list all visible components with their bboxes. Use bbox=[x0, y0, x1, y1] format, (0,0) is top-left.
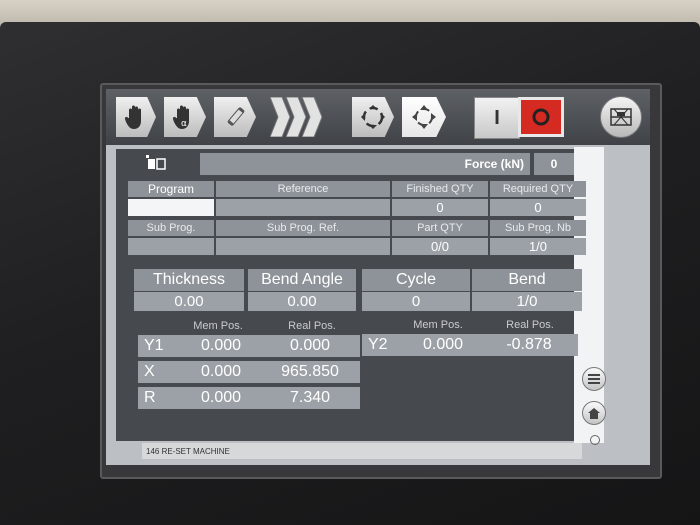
program-field[interactable] bbox=[128, 199, 214, 216]
axis-name: Y1 bbox=[144, 337, 164, 354]
axis-row-x: X 0.000 965.850 bbox=[138, 361, 360, 383]
real-pos-label-left: Real Pos. bbox=[288, 320, 336, 332]
cycle-outward-button[interactable] bbox=[402, 97, 446, 137]
machine-diagram-icon bbox=[610, 108, 632, 126]
required-qty-value[interactable]: 0 bbox=[490, 199, 586, 216]
axis-mem: 0.000 bbox=[200, 389, 242, 406]
svg-text:α: α bbox=[181, 119, 187, 129]
finished-qty-value: 0 bbox=[392, 199, 488, 216]
hand-alpha-icon: α bbox=[173, 105, 189, 129]
bend-value: 1/0 bbox=[472, 292, 582, 311]
axis-row-r: R 0.000 7.340 bbox=[138, 387, 360, 409]
force-value: 0 bbox=[534, 153, 574, 175]
axis-name: X bbox=[144, 363, 155, 380]
power-off-button[interactable] bbox=[518, 97, 564, 137]
axis-mem: 0.000 bbox=[200, 337, 242, 354]
thickness-value[interactable]: 0.00 bbox=[134, 292, 244, 311]
cycle-value: 0 bbox=[362, 292, 470, 311]
axis-real: 965.850 bbox=[281, 363, 339, 380]
axis-real: -0.878 bbox=[506, 336, 552, 353]
force-label: Force (kN) bbox=[200, 153, 530, 175]
list-icon bbox=[588, 374, 600, 384]
thickness-header: Thickness bbox=[134, 269, 244, 291]
axis-row-y1: Y1 0.000 0.000 bbox=[138, 335, 360, 357]
cycle-header: Cycle bbox=[362, 269, 470, 291]
edit-button[interactable] bbox=[214, 97, 256, 137]
bend-angle-header: Bend Angle bbox=[248, 269, 356, 291]
axis-real: 0.000 bbox=[289, 337, 331, 354]
home-icon bbox=[588, 407, 600, 419]
sub-prog-ref-header: Sub Prog. Ref. bbox=[216, 220, 390, 236]
manual-hand-icon bbox=[125, 105, 141, 129]
sub-prog-ref-field[interactable] bbox=[216, 238, 390, 255]
axis-real: 7.340 bbox=[289, 389, 331, 406]
toolbar: α I bbox=[106, 89, 650, 145]
sub-prog-header: Sub Prog. bbox=[128, 220, 214, 236]
power-off-icon bbox=[532, 108, 550, 126]
axis-mem: 0.000 bbox=[422, 336, 464, 353]
reference-header: Reference bbox=[216, 181, 390, 197]
mem-pos-label-right: Mem Pos. bbox=[413, 319, 463, 331]
power-on-icon: I bbox=[494, 106, 500, 129]
screen-switch-icon[interactable] bbox=[146, 153, 168, 173]
required-qty-header: Required QTY bbox=[490, 181, 586, 197]
program-header: Program bbox=[128, 181, 214, 197]
real-pos-label-right: Real Pos. bbox=[506, 319, 554, 331]
hmi-screen: α I Force (kN) 0 Program Reference Finis… bbox=[106, 89, 650, 465]
bend-header: Bend bbox=[472, 269, 582, 291]
sub-prog-field[interactable] bbox=[128, 238, 214, 255]
cycle-inward-button[interactable] bbox=[352, 97, 394, 137]
sub-prog-nb-header: Sub Prog. Nb bbox=[490, 220, 586, 236]
axis-name: R bbox=[144, 389, 156, 406]
part-qty-header: Part QTY bbox=[392, 220, 488, 236]
sequence-chevrons-icon bbox=[270, 97, 322, 137]
power-on-button[interactable]: I bbox=[474, 97, 520, 139]
axis-mem: 0.000 bbox=[200, 363, 242, 380]
sub-prog-nb-value: 1/0 bbox=[490, 238, 586, 255]
small-indicator-icon bbox=[590, 435, 600, 445]
hand-alpha-button[interactable]: α bbox=[164, 97, 206, 137]
home-button[interactable] bbox=[582, 401, 606, 425]
bend-angle-value[interactable]: 0.00 bbox=[248, 292, 356, 311]
mem-pos-label-left: Mem Pos. bbox=[193, 320, 243, 332]
axis-row-y2: Y2 0.000 -0.878 bbox=[362, 334, 578, 356]
menu-list-button[interactable] bbox=[582, 367, 606, 391]
reference-field[interactable] bbox=[216, 199, 390, 216]
sequence-button[interactable] bbox=[270, 97, 322, 137]
machine-view-button[interactable] bbox=[600, 96, 642, 138]
pencil-edit-icon bbox=[227, 107, 245, 126]
part-qty-value: 0/0 bbox=[392, 238, 488, 255]
manual-mode-button[interactable] bbox=[116, 97, 156, 137]
rotate-inward-icon bbox=[361, 105, 385, 129]
finished-qty-header: Finished QTY bbox=[392, 181, 488, 197]
status-bar: 146 RE-SET MACHINE bbox=[142, 443, 582, 459]
axis-name: Y2 bbox=[368, 336, 388, 353]
rotate-outward-icon bbox=[412, 105, 436, 129]
